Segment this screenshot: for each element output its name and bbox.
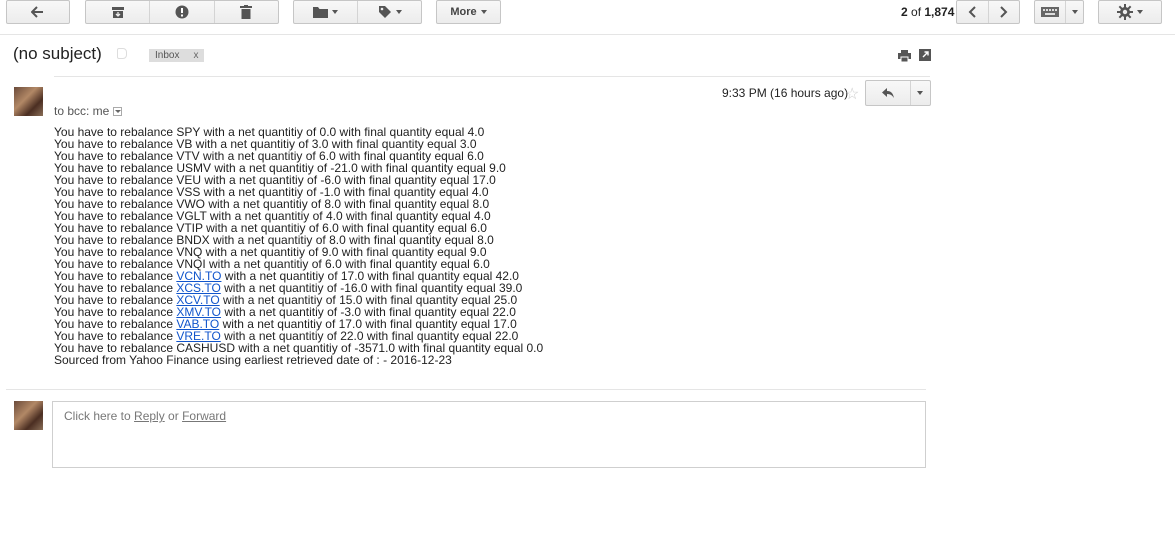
recipient-line: to bcc: me (54, 104, 123, 118)
star-icon[interactable]: ☆ (845, 84, 859, 104)
reply-button[interactable] (866, 81, 910, 105)
reply-box[interactable]: Click here to Reply or Forward (52, 401, 926, 468)
chevron-down-icon (480, 10, 487, 14)
show-details-dropdown-icon[interactable] (113, 106, 123, 116)
archive-button[interactable] (86, 1, 149, 23)
new-window-icon[interactable] (919, 49, 931, 61)
count-of: of (907, 5, 925, 19)
chevron-down-icon (332, 10, 338, 14)
reply-link[interactable]: Reply (134, 409, 165, 423)
action-button-group (85, 0, 279, 24)
reply-prompt: Click here to Reply or Forward (64, 409, 226, 423)
chevron-left-icon (968, 6, 976, 18)
older-button[interactable] (987, 1, 1020, 23)
gear-icon (1117, 4, 1133, 20)
forward-link[interactable]: Forward (182, 409, 226, 423)
keyboard-icon (1041, 7, 1060, 17)
reply-prompt-or: or (164, 409, 183, 423)
back-button[interactable] (6, 0, 70, 24)
input-tools-dropdown[interactable] (1065, 1, 1083, 23)
archive-icon (111, 6, 125, 19)
pagination-group (956, 0, 1020, 24)
message-time: 9:33 PM (16 hours ago) (722, 86, 849, 100)
print-icon[interactable] (898, 50, 911, 62)
input-tools-button[interactable] (1035, 1, 1065, 23)
message-count: 2 of 1,874 (901, 5, 954, 19)
toolbar-divider (0, 34, 1175, 35)
more-button[interactable]: More (436, 0, 501, 24)
chevron-down-icon (917, 91, 924, 95)
folder-icon (313, 6, 328, 18)
input-tools-group (1034, 0, 1084, 24)
report-spam-button[interactable] (149, 1, 213, 23)
message-divider (6, 389, 926, 390)
move-to-button[interactable] (294, 1, 357, 23)
importance-marker-icon[interactable] (117, 48, 127, 59)
body-line-text: Sourced from Yahoo Finance using earlies… (54, 353, 452, 367)
inbox-label-chip: Inbox x (149, 49, 205, 62)
back-arrow-icon (31, 6, 45, 18)
chevron-right-icon (1000, 6, 1008, 18)
message-body: You have to rebalance SPY with a net qua… (54, 126, 543, 366)
newer-button[interactable] (957, 1, 988, 23)
chevron-down-icon (395, 10, 402, 14)
recipient-text: to bcc: me (54, 104, 110, 118)
reply-icon (881, 87, 895, 99)
more-label: More (450, 6, 477, 18)
count-current: 2 (901, 5, 908, 19)
chevron-down-icon (1071, 10, 1078, 14)
settings-button[interactable] (1098, 0, 1162, 24)
spam-icon (175, 5, 189, 19)
reply-prompt-prefix: Click here to (64, 409, 135, 423)
header-divider (54, 76, 930, 77)
email-subject: (no subject) (13, 44, 102, 63)
reply-button-group (865, 80, 931, 106)
tag-icon (378, 5, 392, 19)
labels-button[interactable] (357, 1, 421, 23)
remove-label-button[interactable]: x (193, 50, 198, 61)
count-total: 1,874 (924, 5, 955, 19)
chevron-down-icon (1137, 10, 1143, 14)
body-line: Sourced from Yahoo Finance using earlies… (54, 354, 543, 366)
move-label-button-group (293, 0, 422, 24)
more-actions-dropdown[interactable] (909, 81, 930, 105)
delete-button[interactable] (213, 1, 278, 23)
trash-icon (240, 5, 253, 19)
inbox-label-text: Inbox (155, 50, 180, 61)
my-avatar (14, 401, 43, 430)
sender-avatar[interactable] (14, 87, 43, 116)
